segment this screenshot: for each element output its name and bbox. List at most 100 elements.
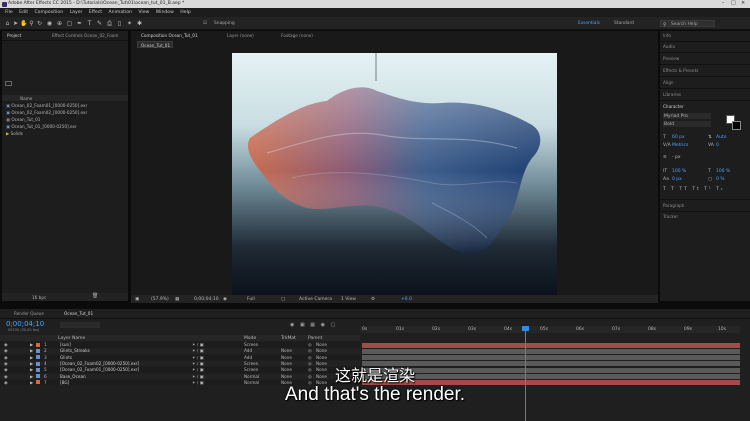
menu-effect[interactable]: Effect bbox=[89, 8, 102, 17]
timeline-switches-icons[interactable]: ◉ ▣ ▦ ◉ ▢ bbox=[290, 322, 337, 328]
layer-trkmat-dropdown[interactable]: None bbox=[281, 348, 292, 353]
layer-trkmat-dropdown[interactable]: None bbox=[281, 355, 292, 360]
search-help-input[interactable]: ⚲ Search Help bbox=[660, 20, 715, 28]
leading-value[interactable]: Auto bbox=[716, 135, 726, 140]
horizontal-scale-value[interactable]: 100 % bbox=[716, 169, 730, 174]
stroke-width-value[interactable]: - px bbox=[672, 155, 681, 160]
camera-dropdown[interactable]: Active Camera bbox=[299, 297, 332, 302]
font-style-dropdown[interactable]: Bold bbox=[663, 121, 711, 127]
visibility-eye-icon[interactable]: ◉ bbox=[4, 355, 8, 360]
workspace-essentials[interactable]: Essentials bbox=[578, 21, 600, 26]
layer-name[interactable]: [sun] bbox=[60, 342, 71, 347]
tab-footage[interactable]: Footage (none) bbox=[281, 33, 313, 38]
label-color-swatch[interactable] bbox=[36, 348, 40, 353]
libraries-panel-header[interactable]: Libraries bbox=[663, 92, 681, 97]
tracker-panel-header[interactable]: Tracker bbox=[663, 214, 678, 219]
layer-name[interactable]: Glints_Streaks bbox=[60, 348, 90, 353]
audio-panel-header[interactable]: Audio bbox=[663, 44, 675, 49]
align-panel-header[interactable]: Align bbox=[663, 80, 674, 85]
snapshot-icon[interactable]: ◉ bbox=[223, 297, 227, 302]
layer-name-header[interactable]: Layer Name bbox=[58, 336, 85, 341]
comp-navigator-tab[interactable]: Ocean_Tut_01 bbox=[137, 41, 173, 48]
expand-layer-icon[interactable]: ▶ bbox=[30, 355, 33, 360]
camera-tool-icon[interactable]: ◉ bbox=[46, 20, 53, 27]
puppet-tool-icon[interactable]: ✱ bbox=[136, 20, 143, 27]
font-family-dropdown[interactable]: Myriad Pro bbox=[663, 113, 711, 119]
layer-switches-icons[interactable]: ✶ ∕ ▣ bbox=[192, 355, 204, 360]
kerning-value[interactable]: Metrics bbox=[672, 143, 688, 148]
parent-pickwhip-icon[interactable]: ◎ bbox=[308, 342, 312, 347]
layer-row[interactable]: ◉ ▶ 2 Glints_Streaks ✶ ∕ ▣ Add None ◎ None bbox=[0, 348, 360, 354]
tsume-value[interactable]: 0 % bbox=[716, 177, 725, 182]
playhead-handle[interactable] bbox=[522, 326, 529, 331]
label-color-swatch[interactable] bbox=[36, 355, 40, 360]
trkmat-header[interactable]: TrkMat bbox=[281, 336, 296, 341]
timeline-timecode[interactable]: 0;00;04;10 bbox=[6, 320, 44, 328]
visibility-eye-icon[interactable]: ◉ bbox=[4, 342, 8, 347]
tab-project[interactable]: Project bbox=[7, 33, 21, 38]
text-style-buttons[interactable]: T T TT Tt T¹ T₁ bbox=[663, 187, 725, 192]
menu-layer[interactable]: Layer bbox=[70, 8, 83, 17]
zoom-tool-icon[interactable]: ⚲ bbox=[28, 20, 35, 27]
tab-layer[interactable]: Layer (none) bbox=[227, 33, 254, 38]
mode-header[interactable]: Mode bbox=[244, 336, 256, 341]
minimize-icon[interactable]: – bbox=[722, 0, 725, 6]
vertical-scale-value[interactable]: 100 % bbox=[672, 169, 686, 174]
layer-row[interactable]: ◉ ▶ 3 Glints ✶ ∕ ▣ Add None ◎ None bbox=[0, 354, 360, 361]
roto-brush-tool-icon[interactable]: ✶ bbox=[126, 20, 133, 27]
type-tool-icon[interactable]: T bbox=[86, 20, 93, 27]
tab-timeline-comp[interactable]: Ocean_Tut_01 bbox=[64, 311, 93, 316]
tracking-value[interactable]: 0 bbox=[716, 143, 719, 148]
safe-zones-icon[interactable]: ▦ bbox=[175, 297, 179, 302]
brush-tool-icon[interactable]: ✎ bbox=[96, 20, 103, 27]
parent-pickwhip-icon[interactable]: ◎ bbox=[308, 348, 312, 353]
trash-icon[interactable]: 🗑 bbox=[92, 293, 98, 299]
viewer-timecode[interactable]: 0;00;04;10 bbox=[194, 297, 219, 302]
character-panel-header[interactable]: Character bbox=[663, 104, 684, 109]
resolution-dropdown[interactable]: Full bbox=[247, 297, 255, 302]
bpc-label[interactable]: 16 bpc bbox=[32, 295, 46, 300]
layer-name[interactable]: Glints bbox=[60, 355, 72, 360]
expand-layer-icon[interactable]: ▶ bbox=[30, 348, 33, 353]
layer-duration-bar[interactable] bbox=[362, 342, 740, 348]
fast-previews-icon[interactable]: ⚙ bbox=[371, 297, 375, 302]
project-item[interactable]: ▦ Ocean_Tut_01 bbox=[6, 117, 40, 122]
project-item[interactable]: ▣ Ocean_02_Foam01_[0000-0250].exr bbox=[6, 103, 87, 108]
exposure-value[interactable]: +0.0 bbox=[401, 297, 412, 302]
paragraph-panel-header[interactable]: Paragraph bbox=[663, 203, 684, 208]
layer-parent-dropdown[interactable]: None bbox=[316, 342, 327, 347]
label-color-swatch[interactable] bbox=[36, 342, 40, 347]
views-dropdown[interactable]: 1 View bbox=[341, 297, 356, 302]
parent-header[interactable]: Parent bbox=[308, 336, 322, 341]
font-size-value[interactable]: 60 px bbox=[672, 135, 685, 140]
close-icon[interactable]: × bbox=[741, 0, 745, 6]
menu-animation[interactable]: Animation bbox=[109, 8, 132, 17]
visibility-eye-icon[interactable]: ◉ bbox=[4, 348, 8, 353]
home-icon[interactable]: ⌂ bbox=[4, 20, 11, 27]
snapping-checkbox[interactable]: ☑ bbox=[203, 21, 207, 26]
layer-duration-bar[interactable] bbox=[362, 355, 740, 361]
tab-composition[interactable]: Composition Ocean_Tut_01 bbox=[141, 33, 198, 38]
effects-presets-panel-header[interactable]: Effects & Presets bbox=[663, 68, 698, 73]
layer-parent-dropdown[interactable]: None bbox=[316, 355, 327, 360]
layer-switches-icons[interactable]: ✶ ∕ ▣ bbox=[192, 342, 204, 347]
timeline-search-input[interactable] bbox=[60, 322, 100, 328]
tab-effect-controls[interactable]: Effect Controls Ocean_02_Foam bbox=[52, 33, 118, 38]
layer-row[interactable]: ◉ ▶ 1 [sun] ✶ ∕ ▣ Screen ◎ None bbox=[0, 342, 360, 348]
menu-composition[interactable]: Composition bbox=[34, 8, 63, 17]
menu-window[interactable]: Window bbox=[156, 8, 174, 17]
info-panel-header[interactable]: Info bbox=[663, 33, 671, 38]
rotate-tool-icon[interactable]: ↻ bbox=[36, 20, 43, 27]
menu-edit[interactable]: Edit bbox=[19, 8, 28, 17]
rectangle-tool-icon[interactable]: ▢ bbox=[66, 20, 73, 27]
expand-layer-icon[interactable]: ▶ bbox=[30, 342, 33, 347]
selection-tool-icon[interactable]: ➤ bbox=[12, 20, 19, 27]
project-item[interactable]: ▣ Ocean_02_Foam02_[0000-0250].exr bbox=[6, 110, 87, 115]
pan-behind-tool-icon[interactable]: ⊕ bbox=[56, 20, 63, 27]
zoom-dropdown[interactable]: (57.9%) bbox=[151, 297, 169, 302]
time-ruler[interactable]: 0s 01s 02s 03s 04s 05s 06s 07s 08s 09s 1… bbox=[360, 326, 740, 333]
clone-stamp-tool-icon[interactable]: ⎙ bbox=[106, 20, 113, 27]
layer-mode-dropdown[interactable]: Add bbox=[244, 355, 252, 360]
layer-mode-dropdown[interactable]: Add bbox=[244, 348, 252, 353]
workspace-standard[interactable]: Standard bbox=[614, 21, 634, 26]
